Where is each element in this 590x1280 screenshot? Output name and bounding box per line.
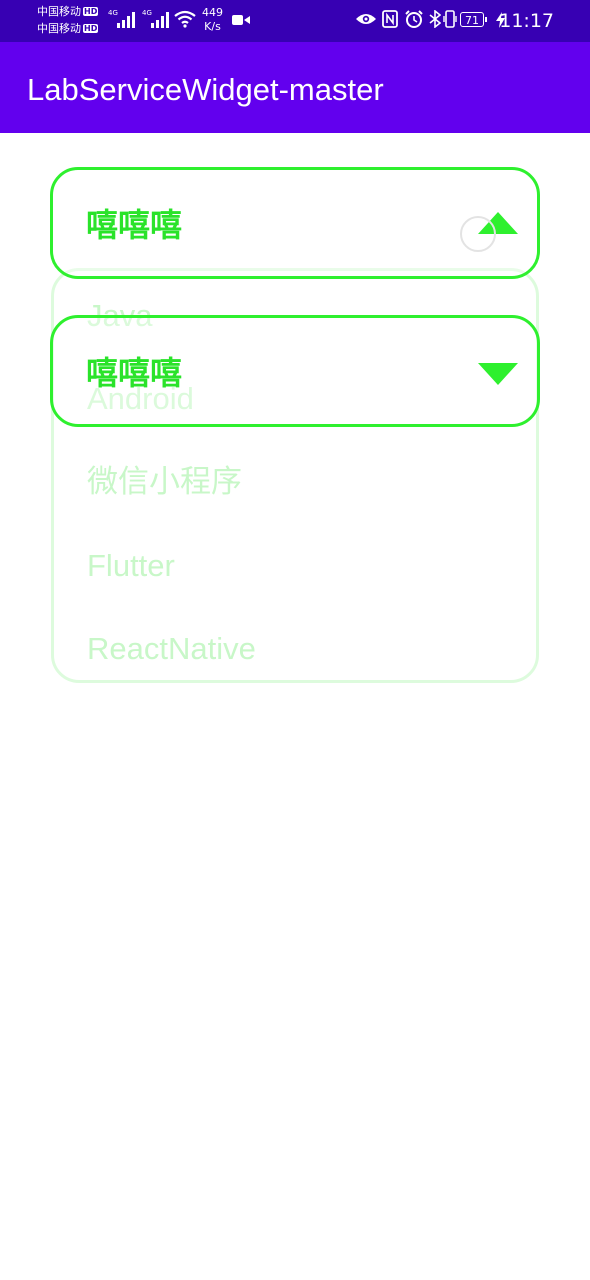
network-speed-unit: K/s: [204, 20, 221, 33]
bluetooth-icon: [429, 10, 441, 28]
network-speed-value: 449: [202, 6, 223, 19]
spinner-bottom[interactable]: 嘻嘻嘻: [50, 315, 540, 427]
dropdown-option-wechat-miniprogram[interactable]: 微信小程序: [87, 462, 242, 502]
status-bar: 中国移动 HD 中国移动 HD 4G 4G 449 K/s 71 11:17: [0, 0, 590, 42]
app-bar: LabServiceWidget-master: [0, 42, 590, 133]
hd-badge-1: HD: [83, 7, 99, 16]
carrier-name-2: 中国移动: [37, 22, 81, 35]
battery-level: 71: [465, 14, 479, 27]
wifi-icon: [174, 10, 196, 28]
carrier-line-2: 中国移动 HD: [37, 22, 99, 35]
spinner-bottom-label: 嘻嘻嘻: [86, 354, 183, 392]
video-camera-icon: [232, 15, 250, 25]
dropdown-option-flutter[interactable]: Flutter: [87, 546, 175, 586]
app-title: LabServiceWidget-master: [27, 72, 384, 107]
signal-icon: [117, 12, 135, 28]
eye-icon: [356, 14, 376, 24]
chevron-down-icon[interactable]: [477, 362, 519, 386]
vibrate-icon: [443, 10, 457, 28]
spinner-top-label: 嘻嘻嘻: [86, 206, 183, 244]
touch-ripple-indicator: [460, 216, 496, 252]
hd-badge-2: HD: [83, 24, 99, 33]
dropdown-option-reactnative[interactable]: ReactNative: [87, 629, 256, 669]
carrier-line-1: 中国移动 HD: [37, 5, 99, 18]
nfc-icon: [382, 10, 398, 28]
battery-icon: 71: [460, 12, 487, 27]
carrier-name-1: 中国移动: [37, 5, 81, 18]
signal-icon-2: [151, 12, 169, 28]
network-speed: 449 K/s: [202, 6, 223, 34]
alarm-icon: [405, 10, 423, 28]
status-time: 11:17: [499, 10, 554, 32]
